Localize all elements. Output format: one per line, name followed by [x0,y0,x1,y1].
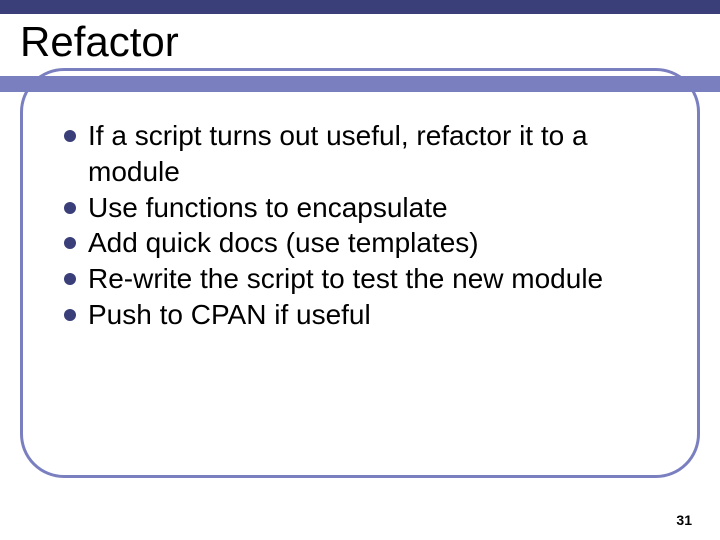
list-item: Re-write the script to test the new modu… [64,261,664,297]
list-item: Add quick docs (use templates) [64,225,664,261]
slide-title: Refactor [20,18,179,66]
list-item: Use functions to encapsulate [64,190,664,226]
page-number: 31 [676,512,692,528]
list-item: If a script turns out useful, refactor i… [64,118,664,190]
content-area: If a script turns out useful, refactor i… [64,118,664,333]
slide: Refactor If a script turns out useful, r… [0,0,720,540]
bullet-list: If a script turns out useful, refactor i… [64,118,664,333]
list-item: Push to CPAN if useful [64,297,664,333]
top-bar [0,0,720,14]
